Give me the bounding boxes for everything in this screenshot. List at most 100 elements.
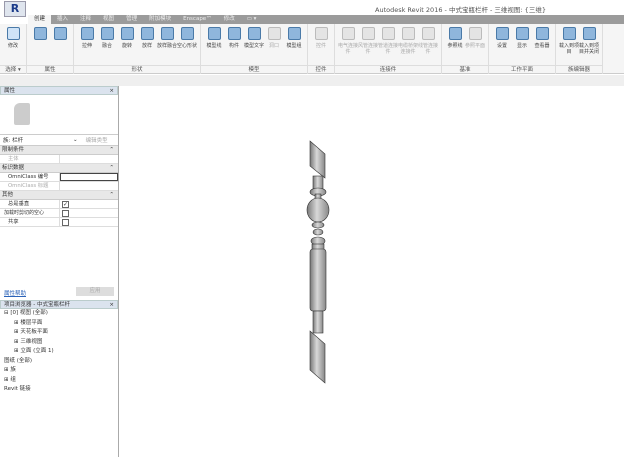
button-label: 参照线 (447, 43, 463, 49)
group-label: 控件 (308, 65, 334, 74)
property-row: 加载时剪切的空心 (0, 209, 118, 218)
browser-item[interactable]: ⊞ 天花板平面 (0, 328, 118, 338)
ribbon-button[interactable]: 电气连接件 (338, 27, 358, 55)
tab-4[interactable]: 管理 (120, 15, 143, 24)
button-label: 设置 (496, 43, 507, 49)
tab-3[interactable]: 视图 (97, 15, 120, 24)
tool-icon (341, 27, 355, 40)
tool-icon (160, 27, 174, 40)
button-label: 拉伸 (81, 43, 92, 49)
ribbon-button[interactable]: 风管连接件 (358, 27, 378, 55)
browser-header: 项目浏览器 - 中式宝瓶栏杆 × (0, 300, 118, 309)
ribbon-button[interactable]: 构件 (224, 27, 244, 49)
properties-title: 属性 (4, 88, 16, 94)
ribbon-button[interactable] (50, 27, 70, 43)
apply-button[interactable]: 应用 (76, 287, 114, 296)
button-label: 旋转 (121, 43, 132, 49)
ribbon-button[interactable]: 洞口 (264, 27, 284, 49)
properties-help-link[interactable]: 属性帮助 (4, 289, 26, 297)
button-label: 融合 (101, 43, 112, 49)
ribbon-button[interactable]: 模型组 (284, 27, 304, 49)
close-icon[interactable]: × (109, 301, 114, 310)
ribbon-button[interactable]: 线管连接件 (418, 27, 438, 55)
browser-title: 项目浏览器 - 中式宝瓶栏杆 (4, 302, 70, 308)
category-label: 标识数据 (2, 165, 25, 171)
tab-6[interactable]: Enscape™ (177, 15, 218, 24)
tab-1[interactable]: 插入 (51, 15, 74, 24)
browser-item[interactable]: ⊞ 三维视图 (0, 338, 118, 348)
tool-icon (100, 27, 114, 40)
ribbon-button[interactable]: 设置 (492, 27, 512, 49)
browser-item[interactable]: ⊞ 组 (0, 376, 118, 386)
browser-item[interactable]: ⊞ 族 (0, 366, 118, 376)
tab-2[interactable]: 注释 (74, 15, 97, 24)
ribbon-button[interactable]: 修改 (3, 27, 23, 49)
ribbon-button[interactable]: 参照线 (445, 27, 465, 49)
ribbon-button[interactable]: 旋转 (117, 27, 137, 49)
category-constraints[interactable]: 限制条件 ⌃ (0, 146, 118, 155)
ribbon-button[interactable]: 拉伸 (77, 27, 97, 49)
project-browser: 项目浏览器 - 中式宝瓶栏杆 × ⊟ [0] 视图 (全部) ⊞ 楼层平面 ⊞ 天花板… (0, 300, 118, 395)
cut-void-checkbox[interactable] (62, 210, 69, 217)
ribbon-button[interactable]: 电缆桥架连接件 (398, 27, 418, 55)
tab-8[interactable]: ▭ ▾ (241, 15, 263, 24)
ribbon-button[interactable]: 管道连接件 (378, 27, 398, 55)
type-selector[interactable]: 族: 栏杆 ⌄ 编辑类型 (0, 135, 118, 146)
group-label[interactable]: 选择 ▾ (0, 65, 26, 74)
ribbon-button[interactable]: 融合 (97, 27, 117, 49)
group-label: 模型 (201, 65, 307, 74)
ribbon-button[interactable]: 载入到项目 (559, 27, 579, 55)
tool-icon (448, 27, 462, 40)
property-label: 共享 (0, 218, 60, 226)
ribbon-button[interactable]: 参照平面 (465, 27, 485, 49)
ribbon-button[interactable]: 模型线 (204, 27, 224, 49)
3d-view-canvas[interactable] (120, 86, 624, 457)
tool-icon (401, 27, 415, 40)
category-other[interactable]: 其他 ⌃ (0, 191, 118, 200)
browser-item[interactable]: ⊞ 立面 (立面 1) (0, 347, 118, 357)
ribbon-button[interactable]: 查看器 (532, 27, 552, 49)
property-row: OmniClass 编号 (0, 173, 118, 182)
browser-item[interactable]: ⊟ [0] 视图 (全部) (0, 309, 118, 319)
tab-5[interactable]: 附加模块 (143, 15, 177, 24)
button-label: 参照平面 (465, 43, 486, 49)
ribbon-group-7: 设置 显示 查看器 工作平面 (489, 24, 556, 74)
ribbon-group-4: 控件 控件 (308, 24, 335, 74)
tool-icon (227, 27, 241, 40)
ribbon-button[interactable]: 放样 (137, 27, 157, 49)
ribbon-button[interactable]: 显示 (512, 27, 532, 49)
tool-icon (180, 27, 194, 40)
baluster-model (306, 140, 330, 384)
tab-7[interactable]: 修改 (218, 15, 241, 24)
revit-logo-button[interactable]: R (4, 1, 26, 17)
group-label: 基准 (442, 65, 488, 74)
ribbon-group-6: 参照线 参照平面基准 (442, 24, 489, 74)
ribbon-button[interactable] (30, 27, 50, 43)
category-identity-data[interactable]: 标识数据 ⌃ (0, 164, 118, 173)
shared-checkbox[interactable] (62, 219, 69, 226)
properties-header: 属性 × (0, 86, 118, 95)
edit-type-button[interactable]: 编辑类型 (86, 136, 108, 144)
ribbon-button[interactable]: 控件 (311, 27, 331, 49)
ribbon-button[interactable]: 放样融合 (157, 27, 177, 49)
browser-item[interactable]: ⊞ 楼层平面 (0, 319, 118, 329)
ribbon-button[interactable]: 载入到项目并关闭 (579, 27, 599, 55)
tool-icon (562, 27, 576, 40)
ribbon-button[interactable]: 空心形状 (177, 27, 197, 49)
collapse-icon: ⌃ (109, 147, 114, 153)
browser-item[interactable]: Revit 链接 (0, 385, 118, 395)
browser-item[interactable]: 图纸 (全部) (0, 357, 118, 367)
ribbon-button[interactable]: 模型文字 (244, 27, 264, 49)
group-label: 属性 (27, 65, 73, 74)
tab-0[interactable]: 创建 (28, 15, 52, 24)
button-label: 查看器 (534, 43, 550, 49)
button-label: 线管连接件 (418, 43, 439, 55)
button-label: 电气连接件 (338, 43, 359, 55)
omniclass-number-field[interactable] (60, 173, 118, 181)
button-label: 模型文字 (244, 43, 265, 49)
button-label: 放样 (141, 43, 152, 49)
always-vertical-checkbox[interactable]: ✓ (62, 201, 69, 208)
tool-icon (53, 27, 67, 40)
property-row: OmniClass 标题 (0, 182, 118, 191)
button-label: 载入到项目并关闭 (579, 43, 600, 55)
